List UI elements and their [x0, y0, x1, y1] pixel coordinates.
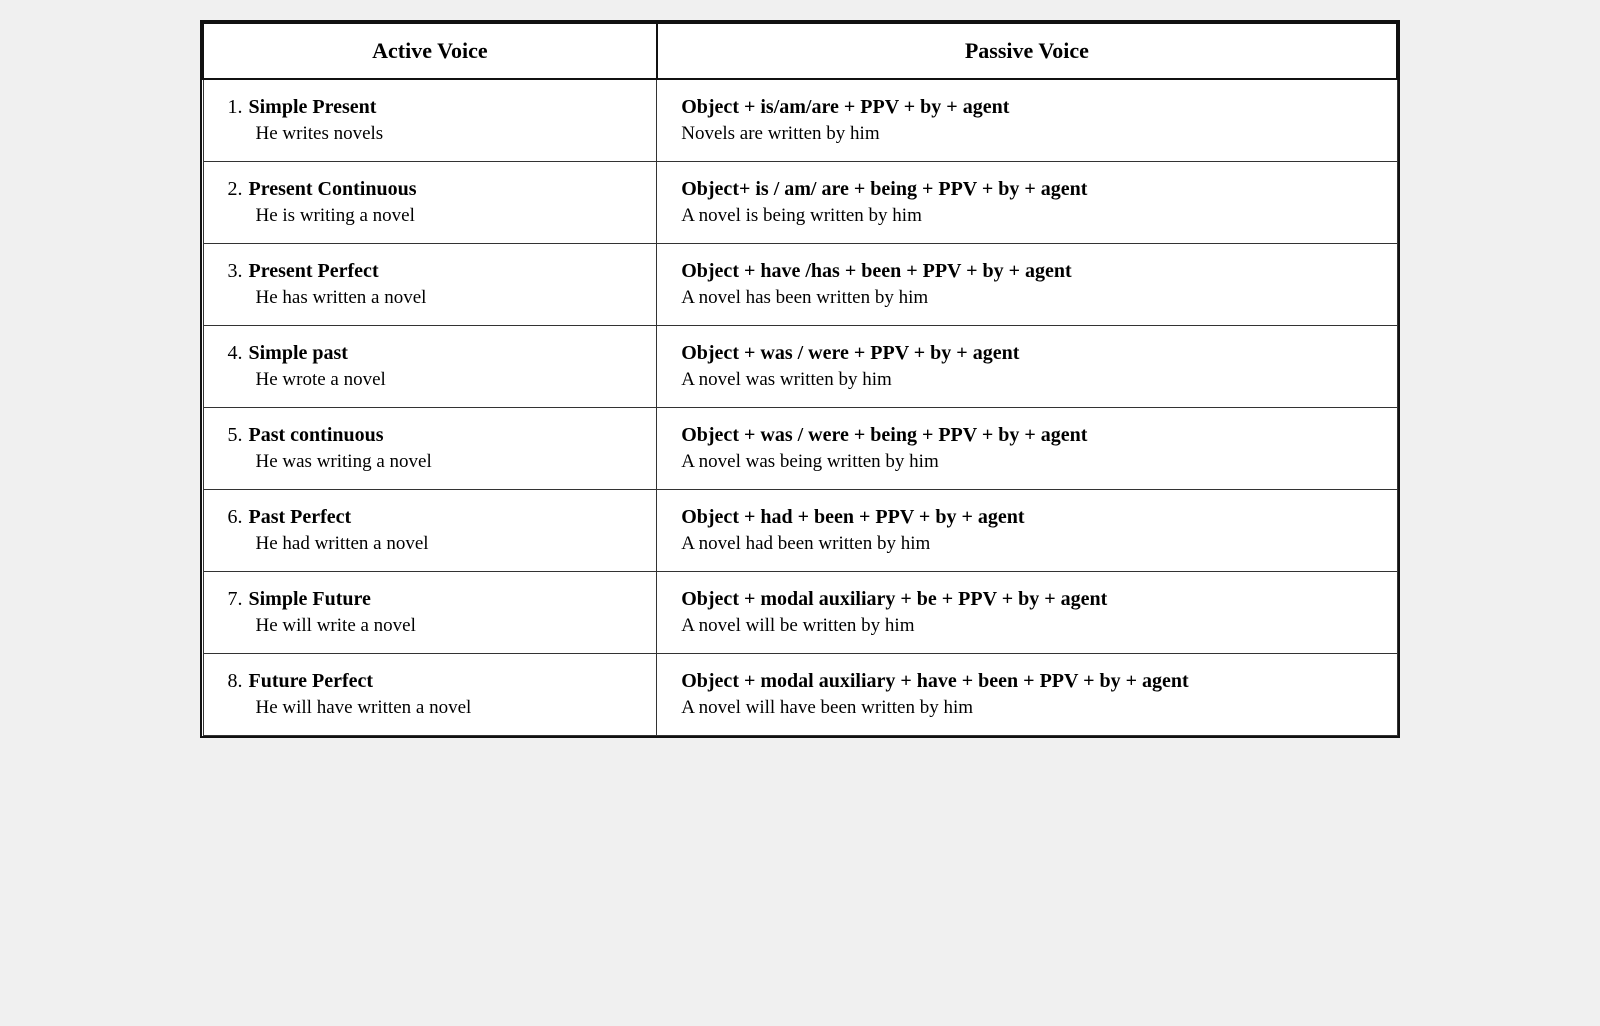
active-cell-4: 4. Simple past He wrote a novel — [203, 326, 657, 408]
active-cell-3: 3. Present Perfect He has written a novel — [203, 244, 657, 326]
tense-number-2: 2. — [228, 178, 243, 201]
passive-cell-8: Object + modal auxiliary + have + been +… — [657, 654, 1397, 736]
active-voice-header: Active Voice — [203, 23, 657, 79]
tense-name-1: Simple Present — [249, 96, 377, 119]
passive-formula-2: Object+ is / am/ are + being + PPV + by … — [681, 178, 1372, 201]
tense-number-4: 4. — [228, 342, 243, 365]
passive-formula-1: Object + is/am/are + PPV + by + agent — [681, 96, 1372, 119]
tense-number-7: 7. — [228, 588, 243, 611]
table-row: 7. Simple Future He will write a novel Obje… — [203, 572, 1397, 654]
tense-number-1: 1. — [228, 96, 243, 119]
passive-example-5: A novel was being written by him — [681, 451, 1372, 473]
active-cell-1: 1. Simple Present He writes novels — [203, 79, 657, 162]
tense-name-7: Simple Future — [249, 588, 371, 611]
passive-cell-2: Object+ is / am/ are + being + PPV + by … — [657, 162, 1397, 244]
tense-name-8: Future Perfect — [249, 670, 374, 693]
active-example-1: He writes novels — [228, 123, 633, 145]
tense-name-3: Present Perfect — [249, 260, 379, 283]
passive-formula-4: Object + was / were + PPV + by + agent — [681, 342, 1372, 365]
passive-cell-3: Object + have /has + been + PPV + by + a… — [657, 244, 1397, 326]
passive-formula-5: Object + was / were + being + PPV + by +… — [681, 424, 1372, 447]
passive-example-4: A novel was written by him — [681, 369, 1372, 391]
table-row: 2. Present Continuous He is writing a nove… — [203, 162, 1397, 244]
active-example-3: He has written a novel — [228, 287, 633, 309]
active-cell-7: 7. Simple Future He will write a novel — [203, 572, 657, 654]
active-example-8: He will have written a novel — [228, 697, 633, 719]
tense-name-4: Simple past — [249, 342, 348, 365]
passive-example-8: A novel will have been written by him — [681, 697, 1372, 719]
passive-formula-7: Object + modal auxiliary + be + PPV + by… — [681, 588, 1372, 611]
passive-cell-5: Object + was / were + being + PPV + by +… — [657, 408, 1397, 490]
passive-voice-header: Passive Voice — [657, 23, 1397, 79]
tense-number-5: 5. — [228, 424, 243, 447]
table-row: 6. Past Perfect He had written a novel Obje… — [203, 490, 1397, 572]
passive-example-7: A novel will be written by him — [681, 615, 1372, 637]
active-example-2: He is writing a novel — [228, 205, 633, 227]
passive-cell-7: Object + modal auxiliary + be + PPV + by… — [657, 572, 1397, 654]
active-example-7: He will write a novel — [228, 615, 633, 637]
tense-name-6: Past Perfect — [249, 506, 352, 529]
tense-number-3: 3. — [228, 260, 243, 283]
table-row: 8. Future Perfect He will have written a n… — [203, 654, 1397, 736]
grammar-table: Active Voice Passive Voice 1. Simple Pres… — [200, 20, 1400, 738]
passive-example-2: A novel is being written by him — [681, 205, 1372, 227]
active-example-4: He wrote a novel — [228, 369, 633, 391]
table-row: 1. Simple Present He writes novels Object +… — [203, 79, 1397, 162]
passive-formula-3: Object + have /has + been + PPV + by + a… — [681, 260, 1372, 283]
table-row: 3. Present Perfect He has written a novel O… — [203, 244, 1397, 326]
active-cell-5: 5. Past continuous He was writing a novel — [203, 408, 657, 490]
passive-example-3: A novel has been written by him — [681, 287, 1372, 309]
table-row: 4. Simple past He wrote a novel Object + wa… — [203, 326, 1397, 408]
active-example-6: He had written a novel — [228, 533, 633, 555]
tense-name-5: Past continuous — [249, 424, 384, 447]
tense-number-8: 8. — [228, 670, 243, 693]
active-cell-8: 8. Future Perfect He will have written a n… — [203, 654, 657, 736]
passive-cell-1: Object + is/am/are + PPV + by + agent Nov… — [657, 79, 1397, 162]
active-example-5: He was writing a novel — [228, 451, 633, 473]
passive-example-6: A novel had been written by him — [681, 533, 1372, 555]
passive-formula-6: Object + had + been + PPV + by + agent — [681, 506, 1372, 529]
tense-number-6: 6. — [228, 506, 243, 529]
active-cell-2: 2. Present Continuous He is writing a nove… — [203, 162, 657, 244]
passive-example-1: Novels are written by him — [681, 123, 1372, 145]
tense-name-2: Present Continuous — [249, 178, 417, 201]
active-cell-6: 6. Past Perfect He had written a novel — [203, 490, 657, 572]
passive-cell-6: Object + had + been + PPV + by + agent A … — [657, 490, 1397, 572]
table-row: 5. Past continuous He was writing a novel O… — [203, 408, 1397, 490]
passive-formula-8: Object + modal auxiliary + have + been +… — [681, 670, 1372, 693]
passive-cell-4: Object + was / were + PPV + by + agent A … — [657, 326, 1397, 408]
